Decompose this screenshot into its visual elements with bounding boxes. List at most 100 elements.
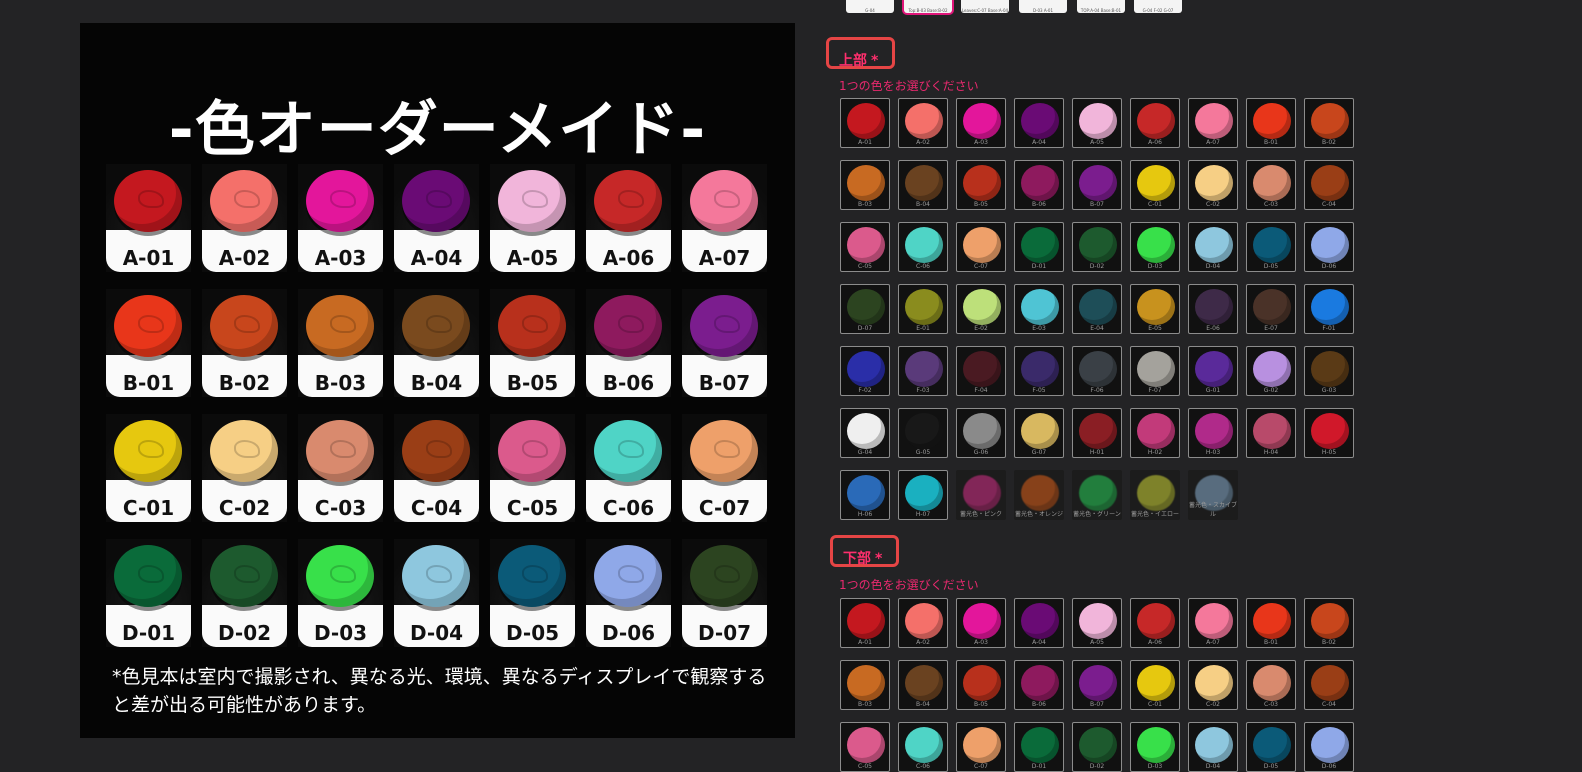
- color-option[interactable]: C-02: [1188, 160, 1238, 210]
- color-option[interactable]: F-06: [1072, 346, 1122, 396]
- color-option[interactable]: D-01: [1014, 722, 1064, 772]
- color-option[interactable]: B-03: [840, 660, 890, 710]
- color-option[interactable]: D-02: [1072, 222, 1122, 272]
- color-option[interactable]: H-02: [1130, 408, 1180, 458]
- color-option[interactable]: A-04: [1014, 98, 1064, 148]
- color-option[interactable]: C-01: [1130, 660, 1180, 710]
- color-option[interactable]: D-04: [1188, 222, 1238, 272]
- color-option[interactable]: C-05: [840, 222, 890, 272]
- color-option[interactable]: A-02: [898, 98, 948, 148]
- color-option[interactable]: B-01: [1246, 98, 1296, 148]
- color-option[interactable]: F-02: [840, 346, 890, 396]
- color-option[interactable]: C-03: [1246, 160, 1296, 210]
- variant-thumbnail[interactable]: G-04: [846, 0, 894, 13]
- color-option[interactable]: D-01: [1014, 222, 1064, 272]
- color-option[interactable]: H-01: [1072, 408, 1122, 458]
- color-option[interactable]: D-03: [1130, 722, 1180, 772]
- color-option[interactable]: B-02: [1304, 98, 1354, 148]
- color-option[interactable]: 蓄光色・イエロー: [1130, 470, 1180, 520]
- color-option[interactable]: F-01: [1304, 284, 1354, 334]
- color-option[interactable]: C-05: [840, 722, 890, 772]
- color-option[interactable]: G-04: [840, 408, 890, 458]
- color-option[interactable]: C-07: [956, 722, 1006, 772]
- color-option[interactable]: G-02: [1246, 346, 1296, 396]
- color-option[interactable]: E-02: [956, 284, 1006, 334]
- color-option[interactable]: A-06: [1130, 98, 1180, 148]
- color-option[interactable]: B-04: [898, 160, 948, 210]
- color-option[interactable]: A-05: [1072, 98, 1122, 148]
- color-option[interactable]: B-05: [956, 160, 1006, 210]
- color-option[interactable]: G-03: [1304, 346, 1354, 396]
- color-option[interactable]: A-07: [1188, 598, 1238, 648]
- color-option[interactable]: G-07: [1014, 408, 1064, 458]
- color-option[interactable]: F-03: [898, 346, 948, 396]
- color-option[interactable]: A-01: [840, 598, 890, 648]
- color-option[interactable]: 蓄光色・グリーン: [1072, 470, 1122, 520]
- color-option[interactable]: A-06: [1130, 598, 1180, 648]
- color-option[interactable]: F-04: [956, 346, 1006, 396]
- color-option[interactable]: B-03: [840, 160, 890, 210]
- color-option[interactable]: D-06: [1304, 722, 1354, 772]
- color-option[interactable]: D-07: [840, 284, 890, 334]
- color-option[interactable]: E-07: [1246, 284, 1296, 334]
- color-option[interactable]: E-06: [1188, 284, 1238, 334]
- color-option[interactable]: H-05: [1304, 408, 1354, 458]
- color-option[interactable]: B-07: [1072, 660, 1122, 710]
- variant-thumbnail[interactable]: Leaves:C-07 Base:A-04: [961, 0, 1009, 13]
- color-option[interactable]: B-01: [1246, 598, 1296, 648]
- color-option[interactable]: E-03: [1014, 284, 1064, 334]
- color-option[interactable]: 蓄光色・スカイブル: [1188, 470, 1238, 520]
- color-option[interactable]: C-01: [1130, 160, 1180, 210]
- color-option[interactable]: D-03: [1130, 222, 1180, 272]
- color-option[interactable]: D-05: [1246, 722, 1296, 772]
- color-option[interactable]: A-02: [898, 598, 948, 648]
- color-option[interactable]: G-05: [898, 408, 948, 458]
- variant-thumbnail[interactable]: G-04 F-02 G-07: [1134, 0, 1182, 13]
- color-option[interactable]: B-04: [898, 660, 948, 710]
- color-option[interactable]: 蓄光色・オレンジ: [1014, 470, 1064, 520]
- color-dot: [847, 603, 885, 639]
- color-option[interactable]: H-06: [840, 470, 890, 520]
- color-option[interactable]: A-05: [1072, 598, 1122, 648]
- color-option[interactable]: C-04: [1304, 160, 1354, 210]
- color-option[interactable]: A-04: [1014, 598, 1064, 648]
- color-option[interactable]: D-05: [1246, 222, 1296, 272]
- color-option[interactable]: C-02: [1188, 660, 1238, 710]
- color-option[interactable]: B-02: [1304, 598, 1354, 648]
- color-option[interactable]: H-03: [1188, 408, 1238, 458]
- color-option[interactable]: E-04: [1072, 284, 1122, 334]
- color-option[interactable]: D-02: [1072, 722, 1122, 772]
- color-option[interactable]: B-05: [956, 660, 1006, 710]
- color-option[interactable]: C-04: [1304, 660, 1354, 710]
- color-option[interactable]: E-01: [898, 284, 948, 334]
- color-dot: [1253, 413, 1291, 449]
- required-mark: *: [875, 551, 883, 567]
- color-option[interactable]: C-03: [1246, 660, 1296, 710]
- swatch-code: A-04: [394, 230, 479, 272]
- color-option[interactable]: F-07: [1130, 346, 1180, 396]
- variant-thumbnail[interactable]: TOP:A-04 Base:B-01: [1077, 0, 1125, 13]
- color-option[interactable]: H-07: [898, 470, 948, 520]
- color-option[interactable]: B-06: [1014, 160, 1064, 210]
- color-option[interactable]: H-04: [1246, 408, 1296, 458]
- color-option[interactable]: C-07: [956, 222, 1006, 272]
- color-option[interactable]: 蓄光色・ピンク: [956, 470, 1006, 520]
- color-option[interactable]: A-07: [1188, 98, 1238, 148]
- color-option[interactable]: E-05: [1130, 284, 1180, 334]
- color-option[interactable]: A-01: [840, 98, 890, 148]
- color-dot: [1021, 289, 1059, 325]
- color-option[interactable]: A-03: [956, 598, 1006, 648]
- color-option[interactable]: B-06: [1014, 660, 1064, 710]
- color-option[interactable]: C-06: [898, 222, 948, 272]
- variant-thumbnail[interactable]: Top:B-03 Base:B-02: [904, 0, 952, 13]
- color-option[interactable]: D-04: [1188, 722, 1238, 772]
- color-option[interactable]: A-03: [956, 98, 1006, 148]
- color-option[interactable]: G-06: [956, 408, 1006, 458]
- color-option[interactable]: C-06: [898, 722, 948, 772]
- color-option[interactable]: F-05: [1014, 346, 1064, 396]
- color-option[interactable]: G-01: [1188, 346, 1238, 396]
- color-code: B-07: [1090, 201, 1104, 208]
- color-option[interactable]: D-06: [1304, 222, 1354, 272]
- variant-thumbnail[interactable]: D-03 A-01: [1019, 0, 1067, 13]
- color-option[interactable]: B-07: [1072, 160, 1122, 210]
